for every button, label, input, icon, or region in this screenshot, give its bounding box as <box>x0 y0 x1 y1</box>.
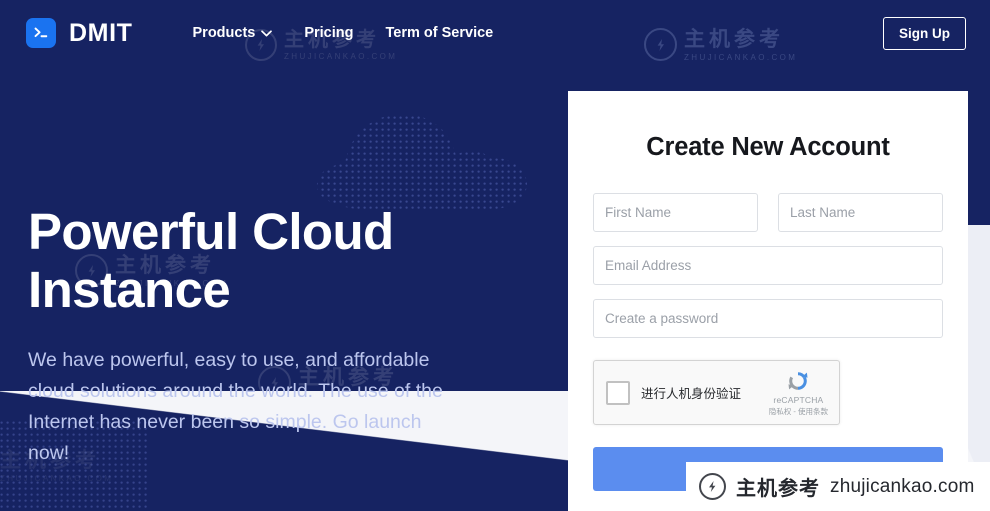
recaptcha-label: 进行人机身份验证 <box>641 387 742 401</box>
sign-up-button[interactable]: Sign Up <box>883 16 966 50</box>
hero-paragraph: We have powerful, easy to use, and affor… <box>28 349 443 464</box>
nav-item-term-of-service[interactable]: Term of Service <box>386 25 494 41</box>
nav-item-label: Pricing <box>304 25 354 41</box>
last-name-input[interactable] <box>778 193 943 232</box>
recaptcha-terms-text: 隐私权 - 使用条款 <box>768 407 828 416</box>
nav-item-products[interactable]: Products <box>193 25 273 41</box>
hero-title-line-1: Powerful Cloud <box>28 203 394 260</box>
password-input[interactable] <box>593 299 943 338</box>
terminal-prompt-icon <box>26 18 56 48</box>
name-row <box>593 193 943 232</box>
watermark-en-text: ZHUJICANKAO.COM <box>0 473 114 483</box>
recaptcha-branding: reCAPTCHA 隐私权 - 使用条款 <box>769 368 828 417</box>
recaptcha-logo-icon <box>788 372 808 390</box>
chevron-down-icon <box>261 29 273 36</box>
first-name-input[interactable] <box>593 193 758 232</box>
top-navigation-bar: DMIT Products Pricing Term of Service Si… <box>0 0 990 66</box>
nav-item-label: Products <box>192 25 256 41</box>
site-watermark-banner: 主机参考 zhujicankao.com <box>686 462 990 511</box>
watermark-logo-icon <box>699 473 726 500</box>
hero-section: Powerful Cloud Instance We have powerful… <box>28 203 458 469</box>
recaptcha-checkbox[interactable] <box>606 380 630 405</box>
nav-item-pricing[interactable]: Pricing <box>304 25 353 41</box>
main-nav: Products Pricing Term of Service <box>193 25 494 41</box>
signup-card-title: Create New Account <box>646 133 890 161</box>
hero-title-line-2: Instance <box>28 261 231 318</box>
signup-card: Create New Account 进行人机身份验证 <box>568 91 968 511</box>
recaptcha-brand-text: reCAPTCHA <box>773 395 824 405</box>
brand-logo[interactable]: DMIT <box>26 18 133 48</box>
recaptcha-widget[interactable]: 进行人机身份验证 reCAPTCHA 隐私权 - 使用条款 <box>593 360 840 425</box>
brand-name: DMIT <box>69 18 133 47</box>
nav-item-label: Term of Service <box>385 25 494 41</box>
signup-form: 进行人机身份验证 reCAPTCHA 隐私权 - 使用条款 <box>593 193 943 496</box>
page-root: 主机参考 ZHUJICANKAO.COM 主机参考 ZHUJICANKAO.CO… <box>0 0 990 511</box>
dotted-cloud-decoration <box>316 114 528 210</box>
watermark-banner-en: zhujicankao.com <box>830 475 975 497</box>
email-input[interactable] <box>593 246 943 285</box>
page-title: Powerful Cloud Instance <box>28 203 458 319</box>
watermark-banner-cn: 主机参考 <box>736 478 820 500</box>
